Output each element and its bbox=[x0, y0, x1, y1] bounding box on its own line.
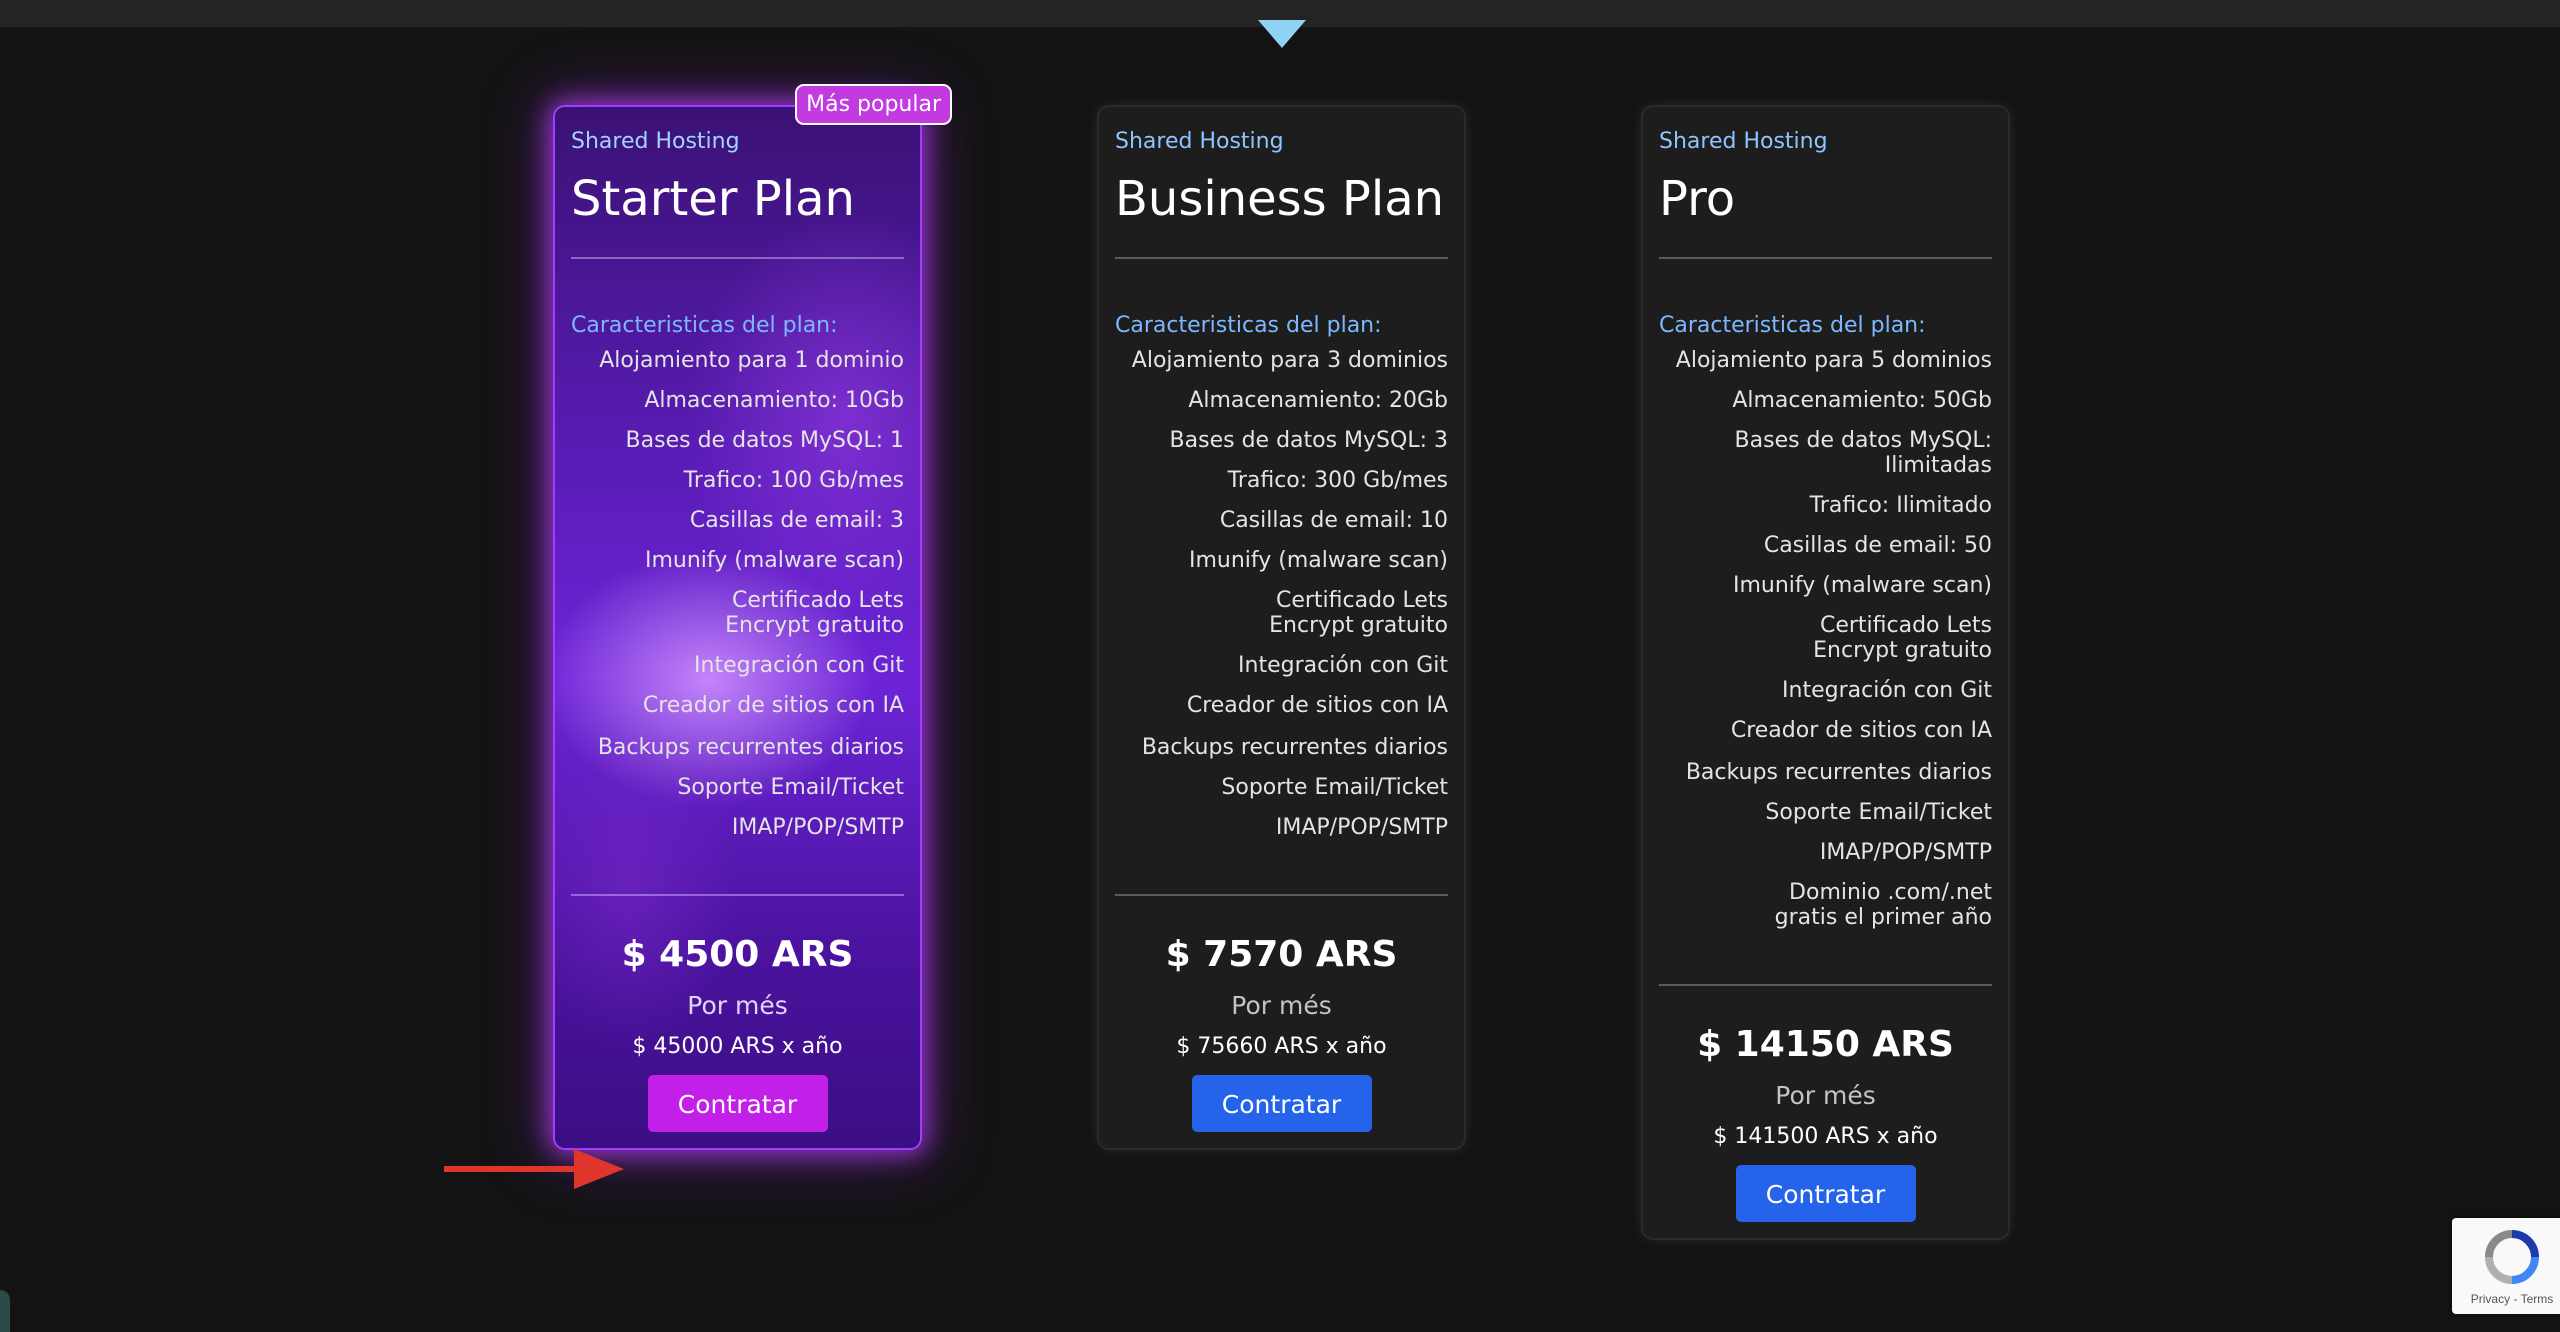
plan-period: Por més bbox=[1231, 991, 1332, 1020]
feature-item: Bases de datos MySQL: 3 bbox=[1169, 428, 1448, 453]
plan-title: Starter Plan bbox=[571, 171, 855, 227]
features-list: Alojamiento para 1 dominio Almacenamient… bbox=[571, 348, 904, 840]
plan-period: Por més bbox=[687, 991, 788, 1020]
feature-item: Almacenamiento: 10Gb bbox=[644, 388, 904, 413]
features-list: Alojamiento para 3 dominios Almacenamien… bbox=[1115, 348, 1448, 840]
plan-category: Shared Hosting bbox=[571, 129, 740, 154]
feature-item: IMAP/POP/SMTP bbox=[1275, 815, 1448, 840]
features-heading: Caracteristicas del plan: bbox=[571, 313, 838, 338]
plan-card-pro: Shared Hosting Pro Caracteristicas del p… bbox=[1643, 107, 2008, 1238]
features-list: Alojamiento para 5 dominios Almacenamien… bbox=[1659, 348, 1992, 930]
divider bbox=[1115, 257, 1448, 259]
feature-item: Backups recurrentes diarios bbox=[1685, 760, 1992, 785]
feature-item: Trafico: 100 Gb/mes bbox=[683, 468, 904, 493]
plan-price: $ 4500 ARS bbox=[621, 934, 854, 975]
feature-item: Casillas de email: 10 bbox=[1219, 508, 1448, 533]
feature-item: Creador de sitios con IA bbox=[1186, 693, 1448, 718]
feature-item: Dominio .com/.net gratis el primer año bbox=[1774, 880, 1992, 930]
divider bbox=[571, 894, 904, 896]
feature-item: Almacenamiento: 20Gb bbox=[1188, 388, 1448, 413]
plan-category: Shared Hosting bbox=[1659, 129, 1828, 154]
feature-item: Soporte Email/Ticket bbox=[677, 775, 904, 800]
pricing-page: Más popular Shared Hosting Starter Plan … bbox=[0, 0, 2560, 1332]
plan-card-starter: Más popular Shared Hosting Starter Plan … bbox=[555, 84, 952, 1148]
plan-price: $ 7570 ARS bbox=[1165, 934, 1398, 975]
plan-period: Por més bbox=[1775, 1081, 1876, 1110]
plan-title: Pro bbox=[1659, 171, 1736, 227]
plan-yearly-price: $ 141500 ARS x año bbox=[1713, 1124, 1938, 1149]
plan-title: Business Plan bbox=[1115, 171, 1445, 227]
feature-item: Certificado Lets Encrypt gratuito bbox=[725, 588, 904, 638]
recaptcha-badge[interactable]: Privacy - Terms bbox=[2452, 1218, 2560, 1314]
contratar-button-pro[interactable]: Contratar bbox=[1735, 1165, 1916, 1222]
feature-item: Backups recurrentes diarios bbox=[1141, 735, 1448, 760]
feature-item: Certificado Lets Encrypt gratuito bbox=[1269, 588, 1448, 638]
feature-item: IMAP/POP/SMTP bbox=[731, 815, 904, 840]
feature-item: Imunify (malware scan) bbox=[644, 548, 904, 573]
feature-item: Alojamiento para 1 dominio bbox=[599, 348, 904, 373]
plan-yearly-price: $ 45000 ARS x año bbox=[632, 1034, 843, 1059]
feature-item: Soporte Email/Ticket bbox=[1765, 800, 1992, 825]
left-edge-accent bbox=[0, 1290, 10, 1332]
feature-item: Soporte Email/Ticket bbox=[1221, 775, 1448, 800]
feature-item: Casillas de email: 3 bbox=[689, 508, 904, 533]
most-popular-badge: Más popular bbox=[795, 84, 952, 125]
contratar-button-business[interactable]: Contratar bbox=[1191, 1075, 1372, 1132]
plan-category: Shared Hosting bbox=[1115, 129, 1284, 154]
contratar-button-starter[interactable]: Contratar bbox=[647, 1075, 828, 1132]
link-separator: - bbox=[2513, 1292, 2518, 1306]
feature-item: Integración con Git bbox=[1238, 653, 1448, 678]
feature-item: Imunify (malware scan) bbox=[1732, 573, 1992, 598]
features-heading: Caracteristicas del plan: bbox=[1115, 313, 1382, 338]
feature-item: Alojamiento para 5 dominios bbox=[1675, 348, 1992, 373]
feature-item: Trafico: Ilimitado bbox=[1809, 493, 1992, 518]
feature-item: Integración con Git bbox=[1782, 678, 1992, 703]
feature-item: Creador de sitios con IA bbox=[642, 693, 904, 718]
feature-item: Almacenamiento: 50Gb bbox=[1732, 388, 1992, 413]
plan-price: $ 14150 ARS bbox=[1697, 1024, 1954, 1065]
feature-item: Imunify (malware scan) bbox=[1188, 548, 1448, 573]
divider bbox=[1115, 894, 1448, 896]
divider bbox=[1659, 257, 1992, 259]
feature-item: Integración con Git bbox=[694, 653, 904, 678]
feature-item: Casillas de email: 50 bbox=[1763, 533, 1992, 558]
feature-item: Bases de datos MySQL: Ilimitadas bbox=[1734, 428, 1992, 478]
plan-card-business: Shared Hosting Business Plan Caracterist… bbox=[1099, 107, 1464, 1148]
feature-item: Certificado Lets Encrypt gratuito bbox=[1813, 613, 1992, 663]
terms-link[interactable]: Terms bbox=[2521, 1292, 2554, 1306]
feature-item: Trafico: 300 Gb/mes bbox=[1227, 468, 1448, 493]
feature-item: Alojamiento para 3 dominios bbox=[1131, 348, 1448, 373]
feature-item: IMAP/POP/SMTP bbox=[1819, 840, 1992, 865]
divider bbox=[571, 257, 904, 259]
privacy-link[interactable]: Privacy bbox=[2471, 1292, 2510, 1306]
feature-item: Bases de datos MySQL: 1 bbox=[625, 428, 904, 453]
recaptcha-icon bbox=[2485, 1230, 2539, 1284]
feature-item: Backups recurrentes diarios bbox=[597, 735, 904, 760]
arrow-right-icon bbox=[444, 1149, 624, 1189]
divider bbox=[1659, 984, 1992, 986]
features-heading: Caracteristicas del plan: bbox=[1659, 313, 1926, 338]
plan-yearly-price: $ 75660 ARS x año bbox=[1176, 1034, 1387, 1059]
recaptcha-links: Privacy - Terms bbox=[2452, 1292, 2560, 1306]
feature-item: Creador de sitios con IA bbox=[1730, 718, 1992, 743]
chevron-down-icon[interactable] bbox=[1258, 20, 1306, 48]
